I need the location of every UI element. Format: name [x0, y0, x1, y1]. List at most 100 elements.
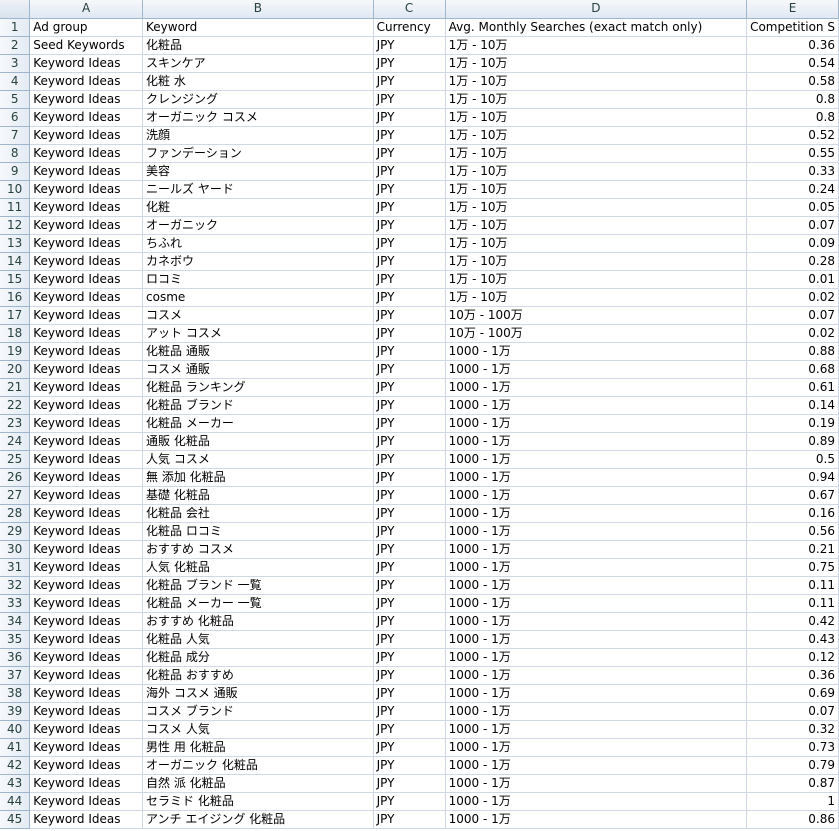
cell-competition[interactable]: 0.54	[746, 54, 839, 73]
column-header-b[interactable]: B	[142, 0, 374, 19]
cell-keyword[interactable]: ロコミ	[142, 270, 374, 289]
cell-ad-group[interactable]: Keyword Ideas	[29, 630, 143, 649]
cell-currency[interactable]: JPY	[373, 144, 446, 163]
cell-monthly-searches[interactable]: 1000 - 1万	[445, 342, 748, 361]
cell-keyword[interactable]: 洗顔	[142, 126, 374, 145]
cell-monthly-searches[interactable]: 1万 - 10万	[445, 216, 748, 235]
row-number[interactable]: 22	[0, 396, 31, 415]
cell-currency[interactable]: JPY	[373, 612, 446, 631]
cell-competition[interactable]: 0.14	[746, 396, 839, 415]
row-number[interactable]: 7	[0, 126, 31, 145]
cell-keyword[interactable]: 化粧品	[142, 36, 374, 55]
cell-keyword[interactable]: 化粧品 ランキング	[142, 378, 374, 397]
column-header-a[interactable]: A	[29, 0, 143, 19]
cell-ad-group[interactable]: Keyword Ideas	[29, 738, 143, 757]
cell-currency[interactable]: JPY	[373, 432, 446, 451]
cell-keyword[interactable]: おすすめ コスメ	[142, 540, 374, 559]
cell-keyword[interactable]: 男性 用 化粧品	[142, 738, 374, 757]
cell-competition[interactable]: 0.87	[746, 774, 839, 793]
row-number[interactable]: 29	[0, 522, 31, 541]
cell-ad-group[interactable]: Keyword Ideas	[29, 342, 143, 361]
cell-keyword[interactable]: コスメ 通販	[142, 360, 374, 379]
cell-ad-group[interactable]: Keyword Ideas	[29, 90, 143, 109]
cell-competition[interactable]: 0.19	[746, 414, 839, 433]
row-number[interactable]: 12	[0, 216, 31, 235]
cell-ad-group[interactable]: Keyword Ideas	[29, 324, 143, 343]
cell-competition[interactable]: 0.61	[746, 378, 839, 397]
cell-ad-group[interactable]: Keyword Ideas	[29, 162, 143, 181]
cell-competition[interactable]: 0.67	[746, 486, 839, 505]
cell-competition[interactable]: 0.32	[746, 720, 839, 739]
row-number[interactable]: 28	[0, 504, 31, 523]
cell-keyword[interactable]: 海外 コスメ 通販	[142, 684, 374, 703]
cell-ad-group[interactable]: Keyword Ideas	[29, 180, 143, 199]
cell-monthly-searches[interactable]: 1万 - 10万	[445, 72, 748, 91]
row-number[interactable]: 5	[0, 90, 31, 109]
row-number[interactable]: 20	[0, 360, 31, 379]
cell-currency[interactable]: JPY	[373, 684, 446, 703]
cell-keyword[interactable]: 通販 化粧品	[142, 432, 374, 451]
cell-keyword[interactable]: 化粧品 おすすめ	[142, 666, 374, 685]
cell-keyword[interactable]: カネボウ	[142, 252, 374, 271]
cell-competition[interactable]: 0.33	[746, 162, 839, 181]
cell-keyword[interactable]: 人気 コスメ	[142, 450, 374, 469]
row-number[interactable]: 43	[0, 774, 31, 793]
cell-monthly-searches[interactable]: 1000 - 1万	[445, 792, 748, 811]
cell-monthly-searches[interactable]: 1000 - 1万	[445, 612, 748, 631]
row-number[interactable]: 39	[0, 702, 31, 721]
cell-competition[interactable]: 0.89	[746, 432, 839, 451]
cell-currency[interactable]: JPY	[373, 774, 446, 793]
cell-ad-group[interactable]: Keyword Ideas	[29, 432, 143, 451]
cell-ad-group[interactable]: Keyword Ideas	[29, 126, 143, 145]
cell-currency[interactable]: JPY	[373, 324, 446, 343]
cell-monthly-searches[interactable]: 1万 - 10万	[445, 180, 748, 199]
cell-ad-group[interactable]: Keyword Ideas	[29, 306, 143, 325]
cell-monthly-searches[interactable]: 1000 - 1万	[445, 414, 748, 433]
cell-competition[interactable]: 0.24	[746, 180, 839, 199]
row-number[interactable]: 35	[0, 630, 31, 649]
cell-ad-group[interactable]: Keyword Ideas	[29, 216, 143, 235]
cell-keyword[interactable]: 化粧品 ロコミ	[142, 522, 374, 541]
cell-keyword[interactable]: スキンケア	[142, 54, 374, 73]
cell-ad-group[interactable]: Keyword Ideas	[29, 54, 143, 73]
cell-ad-group[interactable]: Keyword Ideas	[29, 486, 143, 505]
row-number[interactable]: 25	[0, 450, 31, 469]
cell-monthly-searches[interactable]: 1万 - 10万	[445, 270, 748, 289]
cell-competition[interactable]: 0.69	[746, 684, 839, 703]
cell-competition[interactable]: 0.07	[746, 216, 839, 235]
cell-monthly-searches[interactable]: 1000 - 1万	[445, 522, 748, 541]
cell-competition[interactable]: 0.12	[746, 648, 839, 667]
cell-ad-group[interactable]: Keyword Ideas	[29, 594, 143, 613]
cell-ad-group[interactable]: Keyword Ideas	[29, 450, 143, 469]
cell-competition[interactable]: 0.07	[746, 702, 839, 721]
row-number[interactable]: 19	[0, 342, 31, 361]
cell-ad-group[interactable]: Keyword Ideas	[29, 378, 143, 397]
cell-ad-group[interactable]: Keyword Ideas	[29, 540, 143, 559]
row-number[interactable]: 44	[0, 792, 31, 811]
cell-competition[interactable]: 0.94	[746, 468, 839, 487]
cell-keyword[interactable]: 基礎 化粧品	[142, 486, 374, 505]
cell-ad-group[interactable]: Keyword Ideas	[29, 810, 143, 829]
column-header-d[interactable]: D	[445, 0, 748, 19]
cell-currency[interactable]: JPY	[373, 468, 446, 487]
cell-competition[interactable]: 0.55	[746, 144, 839, 163]
cell-keyword[interactable]: ファンデーション	[142, 144, 374, 163]
row-number[interactable]: 15	[0, 270, 31, 289]
cell-competition[interactable]: 0.21	[746, 540, 839, 559]
row-number[interactable]: 8	[0, 144, 31, 163]
cell-keyword[interactable]: クレンジング	[142, 90, 374, 109]
cell-currency[interactable]: JPY	[373, 594, 446, 613]
cell-competition[interactable]: 0.43	[746, 630, 839, 649]
cell-currency[interactable]: JPY	[373, 396, 446, 415]
cell-keyword[interactable]: 化粧品 メーカー 一覧	[142, 594, 374, 613]
cell-monthly-searches[interactable]: 1000 - 1万	[445, 576, 748, 595]
cell-competition[interactable]: 0.68	[746, 360, 839, 379]
cell-keyword[interactable]: 化粧品 人気	[142, 630, 374, 649]
cell-competition[interactable]: 0.11	[746, 576, 839, 595]
row-number[interactable]: 9	[0, 162, 31, 181]
cell-competition[interactable]: 0.8	[746, 108, 839, 127]
cell-monthly-searches[interactable]: 1万 - 10万	[445, 54, 748, 73]
cell-competition[interactable]: 0.07	[746, 306, 839, 325]
cell-currency[interactable]: JPY	[373, 90, 446, 109]
cell-monthly-searches[interactable]: 1万 - 10万	[445, 252, 748, 271]
